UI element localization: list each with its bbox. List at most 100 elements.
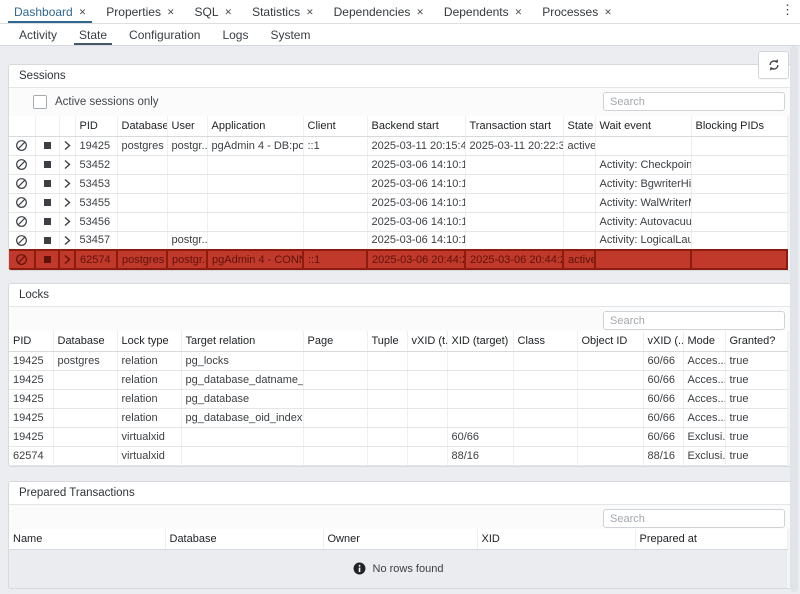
tab-dashboard[interactable]: Dashboard✕ [4,0,96,23]
cell [303,193,367,212]
column-header[interactable]: User [167,116,207,136]
subtab-activity[interactable]: Activity [8,24,68,45]
terminate-session-button[interactable] [35,136,59,155]
column-header[interactable]: State [563,116,595,136]
cell [577,351,643,370]
close-icon[interactable]: ✕ [225,7,233,17]
table-row[interactable]: 534522025-03-06 14:10:11 ...Activity: Ch… [9,155,787,174]
column-header[interactable]: Database [53,331,117,351]
cancel-session-button[interactable] [9,212,35,231]
cancel-icon [15,139,28,152]
column-header[interactable]: Transaction start [465,116,563,136]
vertical-scrollbar[interactable] [790,46,798,592]
column-header[interactable]: PID [75,116,117,136]
column-header[interactable]: Wait event [595,116,691,136]
expand-row-button[interactable] [59,231,75,250]
cell: 2025-03-11 20:22:36 ... [465,136,563,155]
cancel-session-button[interactable] [9,193,35,212]
kebab-menu-icon[interactable]: ⋮ [781,2,794,18]
subtab-state[interactable]: State [68,24,118,45]
subtab-system[interactable]: System [259,24,321,45]
column-header[interactable]: Tuple [367,331,407,351]
column-header[interactable]: XID [477,529,635,549]
close-icon[interactable]: ✕ [416,7,424,17]
tab-dependents[interactable]: Dependents✕ [434,0,532,23]
active-sessions-only-toggle[interactable]: Active sessions only [33,95,159,109]
cell: 53453 [75,174,117,193]
column-header[interactable]: Database [117,116,167,136]
column-header[interactable]: Name [9,529,165,549]
column-header[interactable]: Page [303,331,367,351]
table-row[interactable]: 19425postgrespostgr...pgAdmin 4 - DB:pos… [9,136,787,155]
close-icon[interactable]: ✕ [604,7,612,17]
cancel-session-button[interactable] [9,136,35,155]
close-icon[interactable]: ✕ [79,7,87,17]
table-row[interactable]: 19425virtualxid60/6660/66Exclusi...true [9,427,787,446]
table-row[interactable]: 19425relationpg_database_oid_index60/66A… [9,408,787,427]
column-header[interactable]: Lock type [117,331,181,351]
close-icon[interactable]: ✕ [306,7,314,17]
checkbox-icon[interactable] [33,95,47,109]
tab-properties[interactable]: Properties✕ [96,0,184,23]
terminate-session-button[interactable] [35,212,59,231]
expand-row-button[interactable] [59,136,75,155]
column-header[interactable]: Prepared at [635,529,787,549]
cell: true [725,446,787,465]
table-row[interactable]: 534552025-03-06 14:10:11 ...Activity: Wa… [9,193,787,212]
chevron-right-icon [63,159,72,170]
column-header[interactable]: Owner [323,529,477,549]
locks-search-input[interactable] [603,311,785,330]
tab-sql[interactable]: SQL✕ [185,0,243,23]
column-header[interactable]: Backend start [367,116,465,136]
table-row[interactable]: 19425relationpg_database_datname_ind...6… [9,370,787,389]
subtab-configuration[interactable]: Configuration [118,24,211,45]
cell: pg_locks [181,351,303,370]
cancel-session-button[interactable] [9,250,35,269]
close-icon[interactable]: ✕ [515,7,523,17]
column-header[interactable]: Client [303,116,367,136]
cancel-session-button[interactable] [9,174,35,193]
column-header[interactable]: XID (target) [447,331,513,351]
prepared-search-input[interactable] [603,509,785,528]
column-header[interactable]: Blocking PIDs [691,116,787,136]
table-row[interactable]: 19425relationpg_database60/66Acces...tru… [9,389,787,408]
tab-processes[interactable]: Processes✕ [532,0,622,23]
terminate-session-button[interactable] [35,155,59,174]
terminate-session-button[interactable] [35,193,59,212]
column-header[interactable]: Class [513,331,577,351]
cell: 53457 [75,231,117,250]
table-row[interactable]: 534562025-03-06 14:10:11 ...Activity: Au… [9,212,787,231]
table-row[interactable]: 534532025-03-06 14:10:11 ...Activity: Bg… [9,174,787,193]
column-header[interactable]: Database [165,529,323,549]
cell: postgres [117,136,167,155]
sessions-search-input[interactable] [603,92,785,111]
subtab-logs[interactable]: Logs [211,24,259,45]
column-header[interactable]: Object ID [577,331,643,351]
table-row[interactable]: 19425postgresrelationpg_locks60/66Acces.… [9,351,787,370]
terminate-session-button[interactable] [35,250,59,269]
expand-row-button[interactable] [59,193,75,212]
column-header[interactable]: Granted? [725,331,787,351]
column-header[interactable]: Mode [683,331,725,351]
cancel-session-button[interactable] [9,231,35,250]
column-header[interactable]: vXID (... [643,331,683,351]
close-icon[interactable]: ✕ [167,7,175,17]
column-header[interactable]: vXID (t... [407,331,447,351]
table-row[interactable]: 62574postgrespostgr...pgAdmin 4 - CONN:6… [9,250,787,269]
terminate-session-button[interactable] [35,231,59,250]
cancel-session-button[interactable] [9,155,35,174]
table-row[interactable]: 53457postgr...2025-03-06 14:10:11 ...Act… [9,231,787,250]
expand-row-button[interactable] [59,174,75,193]
refresh-button[interactable] [758,51,789,79]
table-row[interactable]: 62574virtualxid88/1688/16Exclusi...true [9,446,787,465]
tab-statistics[interactable]: Statistics✕ [242,0,324,23]
column-header[interactable]: PID [9,331,53,351]
expand-row-button[interactable] [59,250,75,269]
terminate-session-button[interactable] [35,174,59,193]
expand-row-button[interactable] [59,155,75,174]
tab-dependencies[interactable]: Dependencies ✕ [324,0,434,23]
expand-row-button[interactable] [59,212,75,231]
tab-label: Dependencies [334,5,411,19]
column-header[interactable]: Target relation [181,331,303,351]
column-header[interactable]: Application [207,116,303,136]
